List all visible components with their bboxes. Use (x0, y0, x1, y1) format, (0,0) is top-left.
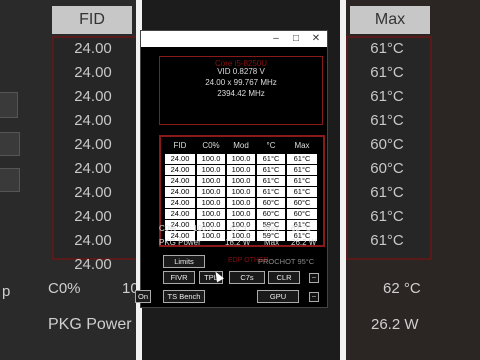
table-cell: 100.0 (197, 198, 225, 208)
table-cell: 61°C (287, 187, 317, 197)
gpu-button[interactable]: GPU (257, 290, 299, 303)
background-stray-text: p (2, 283, 11, 300)
window-titlebar[interactable]: – □ ✕ (141, 31, 327, 47)
c0-temp: 62 °C (230, 224, 251, 233)
background-right-cell: 61°C (370, 184, 404, 201)
pkg-power-value: 18.2 W (225, 238, 251, 247)
max-label: Max (264, 224, 280, 233)
background-left-cell: 24.00 (74, 88, 112, 105)
maximize-icon[interactable]: □ (289, 33, 303, 45)
table-cell: 60°C (257, 198, 285, 208)
table-cell: 61°C (257, 165, 285, 175)
table-cell: 24.00 (165, 154, 195, 164)
table-header-cell: C0% (202, 141, 220, 150)
background-left-cell: 24.00 (74, 112, 112, 129)
table-header-cell: FID (173, 141, 187, 150)
table-cell: 24.00 (165, 187, 195, 197)
cpu-frequency: 2394.42 MHz (217, 89, 265, 98)
table-cell: 60°C (287, 209, 317, 219)
pkg-max-label: Max (264, 238, 280, 247)
background-divider-right (340, 0, 346, 360)
background-fid-header: FID (52, 6, 132, 34)
limits-button[interactable]: Limits (163, 255, 205, 268)
table-header-cell: Max (294, 141, 310, 150)
table-cell: 60°C (287, 198, 317, 208)
background-right-cell: 61°C (370, 88, 404, 105)
background-left-cell: 24.00 (74, 256, 112, 273)
background-left-cell: 24.00 (74, 184, 112, 201)
table-header-cell: °C (266, 141, 276, 150)
background-right-cell: 60°C (370, 136, 404, 153)
table-cell: 100.0 (197, 209, 225, 219)
background-right-cell: 61°C (370, 40, 404, 57)
background-right-cell: 61°C (370, 232, 404, 249)
background-c0-label: C0% (48, 280, 81, 297)
table-cell: 61°C (257, 154, 285, 164)
table-cell: 100.0 (227, 176, 255, 186)
table-cell: 100.0 (197, 165, 225, 175)
close-icon[interactable]: ✕ (309, 33, 323, 45)
on-button[interactable]: On (135, 290, 151, 303)
table-cell: 24.00 (165, 209, 195, 219)
background-left-cell: 24.00 (74, 160, 112, 177)
table-cell: 100.0 (197, 154, 225, 164)
clr-button[interactable]: CLR (268, 271, 300, 284)
table-cell: 100.0 (227, 187, 255, 197)
background-pkg-value: 26.2 W (371, 316, 419, 333)
c0-value: 100.0 (193, 224, 214, 233)
options-small-button-1[interactable]: – (309, 273, 319, 283)
table-cell: 100.0 (197, 176, 225, 186)
table-cell: 100.0 (227, 198, 255, 208)
pkg-max-value: 26.2 W (291, 238, 317, 247)
background-left-cell: 24.00 (74, 232, 112, 249)
ts-bench-button[interactable]: TS Bench (163, 290, 205, 303)
max-temp: 62 °C (291, 224, 312, 233)
table-cell: 24.00 (165, 176, 195, 186)
background-left-box-3 (0, 168, 20, 192)
table-cell: 100.0 (227, 165, 255, 175)
background-right-cell: 61°C (370, 112, 404, 129)
options-small-button-2[interactable]: – (309, 292, 319, 302)
background-pkg-label: PKG Power (48, 316, 132, 333)
background-left-box-1 (0, 92, 18, 118)
prochot-label: PROCHOT 95°C (258, 257, 315, 266)
throttlestop-window: – □ ✕ Core i5-8250U VID 0.8278 V 24.00 x… (135, 30, 328, 308)
table-cell: 100.0 (227, 154, 255, 164)
background-c0-temp: 62 °C (383, 280, 421, 297)
background-left-cell: 24.00 (74, 136, 112, 153)
background-left-cell: 24.00 (74, 40, 112, 57)
table-cell: 61°C (257, 176, 285, 186)
c0-label: C0% (159, 224, 177, 233)
cpu-multiplier: 24.00 x 99.767 MHz (205, 78, 277, 87)
background-left-cell: 24.00 (74, 64, 112, 81)
pkg-power-label: PKG Power (159, 238, 201, 247)
minimize-icon[interactable]: – (269, 33, 283, 45)
fivr-button[interactable]: FIVR (163, 271, 195, 284)
background-right-cell: 61°C (370, 208, 404, 225)
table-cell: 61°C (257, 187, 285, 197)
table-header-cell: Mod (233, 141, 249, 150)
table-cell: 61°C (287, 176, 317, 186)
background-max-header: Max (350, 6, 430, 34)
table-cell: 100.0 (197, 187, 225, 197)
cpu-info-panel: Core i5-8250U VID 0.8278 V 24.00 x 99.76… (159, 56, 323, 125)
background-left-box-2 (0, 132, 20, 156)
background-right-cell: 61°C (370, 64, 404, 81)
table-cell: 24.00 (165, 165, 195, 175)
table-cell: 61°C (287, 154, 317, 164)
table-cell: 60°C (257, 209, 285, 219)
table-cell: 61°C (287, 165, 317, 175)
background-left-cell: 24.00 (74, 208, 112, 225)
c7s-button[interactable]: C7s (229, 271, 265, 284)
table-cell: 100.0 (227, 209, 255, 219)
cpu-vid: VID 0.8278 V (217, 67, 265, 76)
background-right-cell: 60°C (370, 160, 404, 177)
table-cell: 24.00 (165, 198, 195, 208)
